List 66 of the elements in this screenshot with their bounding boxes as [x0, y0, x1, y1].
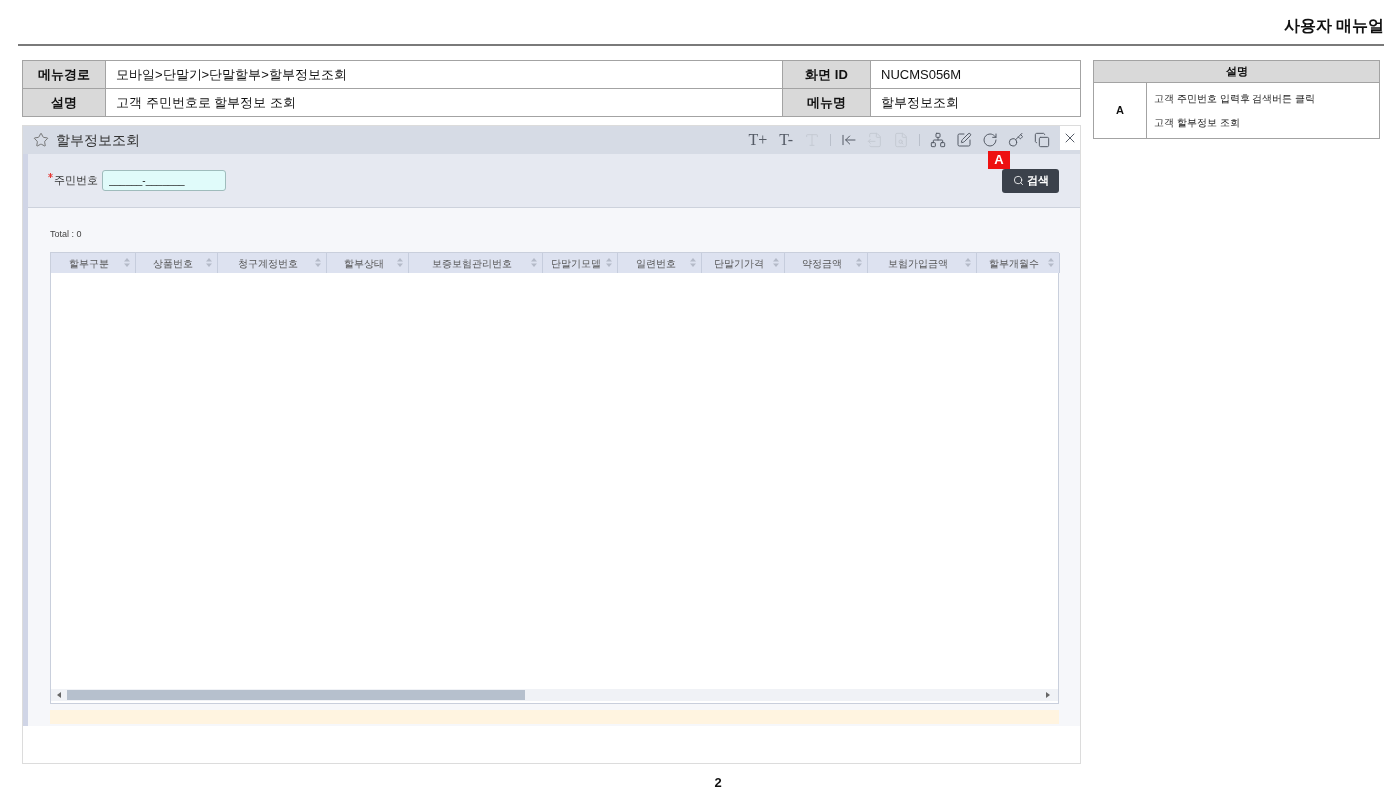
key-icon[interactable]: [1008, 132, 1024, 148]
column-label: 약정금액: [802, 256, 842, 271]
column-label: 할부상태: [343, 256, 384, 271]
table-header-cell: 설명: [1093, 60, 1380, 83]
search-button[interactable]: 검색: [1002, 168, 1059, 193]
column-label: 상품번호: [152, 256, 193, 271]
window-title: 할부정보조회: [56, 130, 140, 150]
column-header[interactable]: 청구계정번호: [218, 253, 327, 273]
scroll-right-icon[interactable]: [1046, 692, 1050, 698]
column-label: 할부구분: [69, 256, 109, 271]
column-header[interactable]: 단말기모델: [543, 253, 618, 273]
refresh-icon[interactable]: [982, 132, 998, 148]
sort-icon[interactable]: [856, 258, 862, 267]
column-label: 단말기모델: [551, 256, 601, 271]
field-label: 주민번호: [54, 173, 98, 189]
star-icon[interactable]: [33, 132, 49, 148]
column-header[interactable]: 단말기가격: [702, 253, 785, 273]
table-cell: 고객 주민번호로 할부정보 조회: [105, 88, 783, 117]
pencil-square-icon[interactable]: [956, 132, 972, 148]
text-size-button[interactable]: T+: [747, 132, 769, 148]
table-cell: NUCMS056M: [870, 60, 1081, 89]
column-header[interactable]: 약정금액: [785, 253, 868, 273]
text-size-button[interactable]: T-: [778, 132, 794, 148]
input-field[interactable]: ______-_______: [102, 170, 226, 191]
total-count: Total : 0: [50, 228, 83, 240]
sort-icon[interactable]: [206, 258, 212, 267]
column-header[interactable]: 상품번호: [136, 253, 218, 273]
document-title: 사용자 매뉴얼: [1283, 16, 1384, 36]
sort-icon[interactable]: [690, 258, 696, 267]
scroll-left-icon[interactable]: [57, 692, 61, 698]
column-label: 청구계정번호: [238, 256, 298, 271]
search-icon: [1012, 175, 1024, 186]
sort-icon[interactable]: [531, 258, 537, 267]
sort-icon[interactable]: [124, 258, 130, 267]
sort-icon[interactable]: [1048, 258, 1054, 267]
sort-icon[interactable]: [606, 258, 612, 267]
column-label: 일련번호: [635, 256, 676, 271]
sort-icon[interactable]: [315, 258, 321, 267]
column-header[interactable]: 보험가입금액: [868, 253, 977, 273]
sort-icon[interactable]: [965, 258, 971, 267]
column-header[interactable]: 할부개월수: [977, 253, 1060, 273]
table-header-cell: 메뉴경로: [22, 60, 106, 89]
column-label: 보증보험관리번호: [431, 256, 512, 271]
table-header-cell: 메뉴명: [782, 88, 871, 117]
sort-icon[interactable]: [397, 258, 403, 267]
table-cell: A: [1093, 82, 1147, 139]
scrollbar-thumb[interactable]: [67, 690, 525, 700]
column-label: 할부개월수: [989, 256, 1039, 271]
column-header[interactable]: 보증보험관리번호: [409, 253, 543, 273]
arrow-left-to-line-icon[interactable]: [841, 132, 857, 148]
column-label: 단말기가격: [714, 256, 764, 271]
table-cell: 할부정보조회: [870, 88, 1081, 117]
column-header[interactable]: 일련번호: [618, 253, 702, 273]
column-header[interactable]: 할부상태: [327, 253, 409, 273]
stacked-squares-icon[interactable]: [1034, 132, 1050, 148]
table-header-cell: 설명: [22, 88, 106, 117]
sort-icon[interactable]: [773, 258, 779, 267]
table-header-cell: 화면 ID: [782, 60, 871, 89]
table-cell: 모바일>단말기>단말할부>할부정보조회: [105, 60, 783, 89]
description-text: 고객 주민번호 입력후 검색버튼 클릭: [1154, 92, 1317, 105]
scrollbar-track[interactable]: [51, 689, 1058, 701]
column-label: 보험가입금액: [888, 256, 948, 271]
network-icon[interactable]: [930, 132, 946, 148]
column-header[interactable]: 할부구분: [51, 253, 136, 273]
page-number: 2: [714, 775, 722, 788]
description-text: 고객 할부정보 조회: [1154, 116, 1241, 129]
